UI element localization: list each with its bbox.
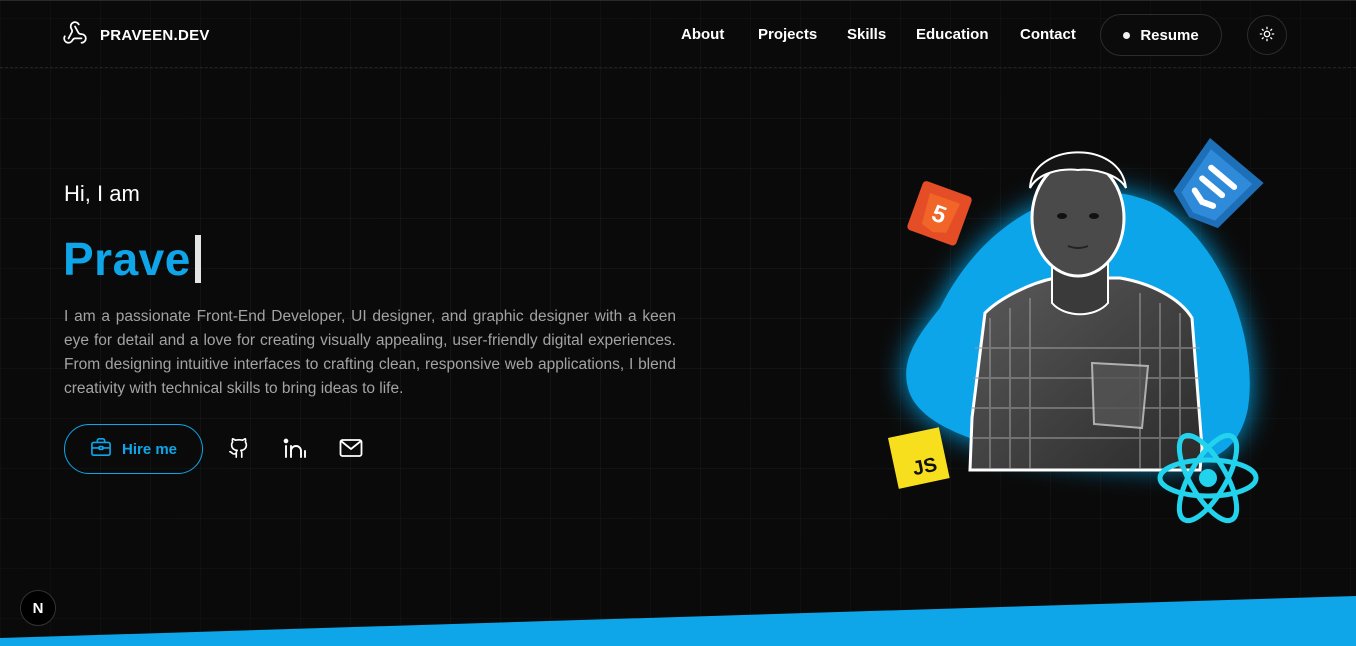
logo-icon: [62, 20, 88, 51]
linkedin-icon: [283, 437, 307, 464]
resume-label: Resume: [1140, 26, 1199, 44]
nav-education[interactable]: Education: [916, 26, 989, 43]
typing-caret: [194, 235, 201, 283]
hero-greeting: Hi, I am: [64, 181, 140, 206]
github-link[interactable]: [226, 437, 252, 463]
bottom-wave: [0, 596, 1356, 646]
nav-skills[interactable]: Skills: [847, 26, 886, 43]
html5-icon: 5: [907, 181, 972, 246]
email-link[interactable]: [338, 437, 364, 463]
hire-me-label: Hire me: [121, 440, 178, 458]
js-icon: JS: [888, 427, 950, 489]
nav-projects[interactable]: Projects: [758, 26, 817, 43]
framework-badge-label: N: [32, 599, 44, 617]
hero-description: I am a passionate Front-End Developer, U…: [64, 308, 676, 397]
theme-toggle-button[interactable]: [1247, 15, 1287, 55]
nav-contact[interactable]: Contact: [1020, 26, 1076, 43]
mail-icon: [339, 438, 363, 463]
hire-me-button[interactable]: Hire me: [64, 424, 203, 474]
framework-badge[interactable]: N: [20, 590, 56, 626]
linkedin-link[interactable]: [282, 437, 308, 463]
resume-button[interactable]: Resume: [1100, 14, 1222, 56]
nav-about[interactable]: About: [681, 26, 724, 43]
brand-name: PRAVEEN.DEV: [100, 27, 210, 44]
hero-name-line: Prave: [63, 232, 201, 286]
briefcase-icon: [90, 437, 112, 461]
brand-link[interactable]: PRAVEEN.DEV: [62, 20, 210, 51]
github-icon: [228, 437, 250, 464]
site-header: PRAVEEN.DEV About Projects Skills Educat…: [0, 0, 1356, 68]
status-dot-icon: [1123, 31, 1131, 39]
portrait-photo: [968, 151, 1204, 472]
hero-name: Prave: [63, 233, 191, 285]
hero-illustration: 5 JS: [880, 118, 1300, 538]
sun-icon: [1259, 26, 1275, 45]
